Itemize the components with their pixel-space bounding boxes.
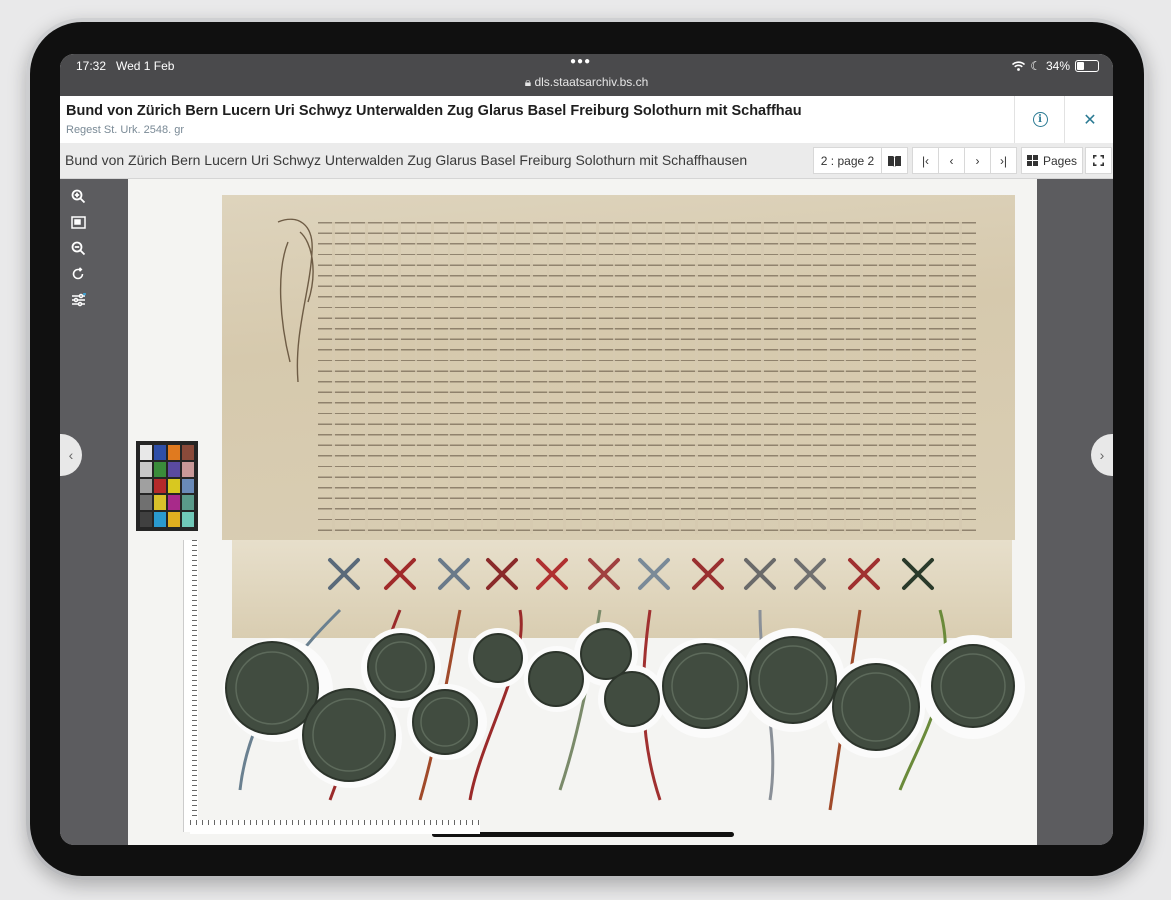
previous-page-button[interactable]: ‹ [938, 147, 965, 174]
page-subtitle: Regest St. Urk. 2548. gr [66, 124, 184, 136]
pages-label: Pages [1042, 153, 1078, 168]
url-bar[interactable]: 🔒︎ dls.staatsarchiv.bs.ch [60, 75, 1113, 90]
horizontal-ruler [190, 820, 480, 834]
info-button[interactable]: i [1014, 96, 1065, 143]
status-right: ☾ 34% [1012, 59, 1099, 73]
grid-icon [1026, 155, 1038, 166]
fullscreen-icon [1093, 155, 1104, 166]
viewer-tools [60, 179, 128, 845]
rotate-button[interactable] [68, 265, 88, 283]
battery-percent: 34% [1045, 59, 1070, 73]
last-page-button[interactable]: ›| [990, 147, 1017, 174]
status-date: Wed 1 Feb [116, 59, 175, 73]
zoom-in-button[interactable] [68, 187, 88, 205]
multitasking-dots-icon[interactable]: ●●● [570, 56, 591, 67]
viewer-right-strip [1037, 179, 1113, 845]
battery-icon [1075, 60, 1099, 72]
initial-letter [277, 218, 314, 383]
fit-to-screen-icon [70, 215, 86, 229]
adjust-icon [71, 293, 86, 307]
pages-button[interactable]: Pages [1021, 147, 1083, 174]
page-title: Bund von Zürich Bern Lucern Uri Schwyz U… [66, 103, 801, 119]
close-icon: ✕ [1083, 111, 1097, 129]
chevron-right-icon: › [1099, 447, 1105, 463]
url-text: dls.staatsarchiv.bs.ch [534, 75, 649, 89]
rotate-icon [72, 267, 84, 280]
book-icon [888, 155, 901, 167]
close-button[interactable]: ✕ [1064, 96, 1113, 143]
first-page-icon: |‹ [921, 153, 930, 168]
status-bar: 17:32 Wed 1 Feb ●●● 🔒︎ dls.staatsarchiv.… [60, 54, 1113, 96]
first-page-button[interactable]: |‹ [912, 147, 939, 174]
viewer-title: Bund von Zürich Bern Lucern Uri Schwyz U… [65, 152, 748, 168]
page-indicator[interactable]: 2 : page 2 [813, 147, 882, 174]
adjust-button[interactable] [68, 291, 88, 309]
viewer-toolbar: Bund von Zürich Bern Lucern Uri Schwyz U… [60, 143, 1113, 179]
last-page-icon: ›| [999, 153, 1008, 168]
wifi-icon [1012, 61, 1026, 71]
next-page-button[interactable]: › [964, 147, 991, 174]
status-time: 17:32 [76, 59, 107, 73]
vertical-ruler [183, 540, 198, 832]
next-page-icon: › [975, 153, 980, 168]
fullscreen-button[interactable] [1085, 147, 1112, 174]
charter-fold [232, 540, 1012, 638]
fit-to-screen-button[interactable] [68, 213, 88, 231]
color-calibration-chart [136, 441, 198, 531]
chevron-left-icon: ‹ [68, 447, 74, 463]
zoom-in-icon [71, 189, 85, 203]
zoom-out-button[interactable] [68, 239, 88, 257]
lock-icon: 🔒︎ [524, 75, 532, 89]
previous-page-icon: ‹ [949, 153, 954, 168]
moon-icon: ☾ [1030, 59, 1041, 73]
title-bar: Bund von Zürich Bern Lucern Uri Schwyz U… [60, 96, 1113, 144]
book-view-button[interactable] [881, 147, 908, 174]
charter-handwriting [318, 222, 976, 534]
zoom-out-icon [71, 241, 85, 255]
info-icon: i [1032, 112, 1048, 127]
